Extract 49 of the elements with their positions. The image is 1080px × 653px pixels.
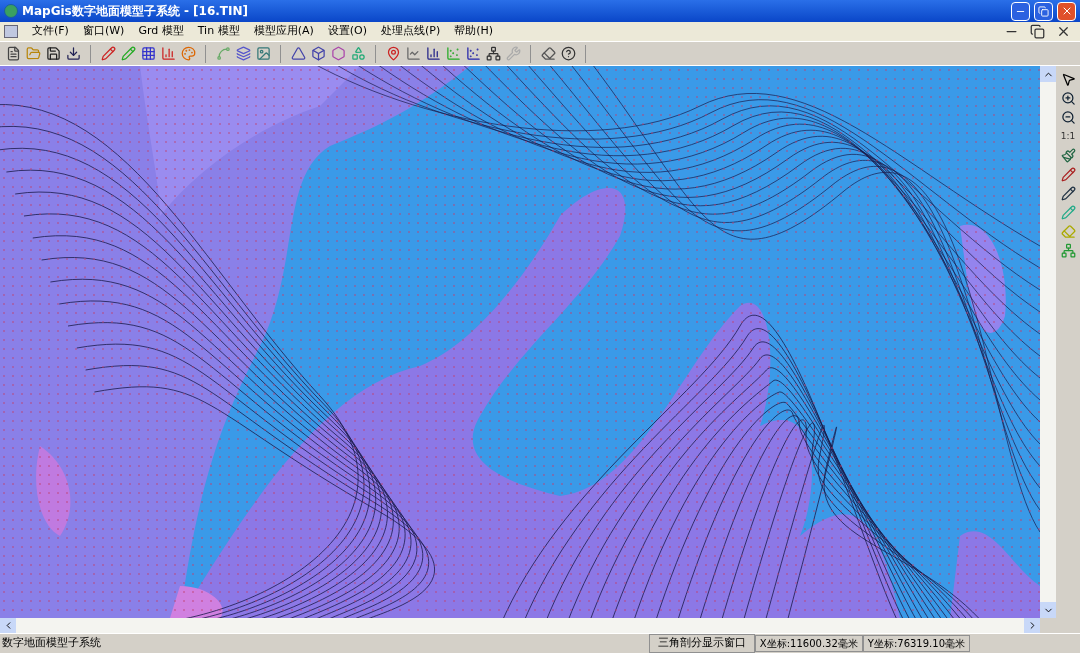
network-icon[interactable]: [484, 44, 502, 63]
line-chart-icon[interactable]: [404, 44, 422, 63]
scale-button[interactable]: 1:1: [1060, 127, 1076, 145]
scroll-left-button[interactable]: [0, 618, 16, 633]
pencil-icon[interactable]: [99, 44, 117, 63]
layers-icon[interactable]: [234, 44, 252, 63]
scroll-down-button[interactable]: [1040, 602, 1056, 618]
restore-icon[interactable]: [1028, 22, 1046, 41]
menu-item[interactable]: 文件(F): [32, 23, 69, 40]
scatter-icon[interactable]: [464, 44, 482, 63]
scroll-up-button[interactable]: [1040, 66, 1056, 82]
zoom-in-icon[interactable]: [1059, 89, 1077, 107]
palette-icon[interactable]: [179, 44, 197, 63]
restore-button[interactable]: [1034, 1, 1053, 21]
hierarchy-icon[interactable]: [1059, 241, 1077, 259]
menu-item[interactable]: 处理点线(P): [381, 23, 441, 40]
status-window-name: 三角剖分显示窗口: [648, 634, 755, 653]
save-icon[interactable]: [44, 44, 62, 63]
menu-item[interactable]: Grd 模型: [138, 23, 184, 40]
close-button[interactable]: [1057, 1, 1076, 21]
zoom-out-icon[interactable]: [1059, 108, 1077, 126]
help-icon[interactable]: [559, 44, 577, 63]
menu-item[interactable]: 设置(O): [327, 23, 367, 40]
hexagon-icon[interactable]: [329, 44, 347, 63]
image-icon[interactable]: [254, 44, 272, 63]
pencil-icon[interactable]: [1059, 165, 1077, 183]
y-coordinate: Y坐标:76319.10毫米: [862, 635, 970, 652]
restore-icon: [1038, 5, 1049, 17]
pencil-icon[interactable]: [1059, 184, 1077, 202]
document-icon[interactable]: [4, 25, 18, 38]
x-coordinate: X坐标:11600.32毫米: [754, 635, 863, 652]
window-title: MapGis数字地面模型子系统 - [16.TIN]: [22, 3, 248, 20]
triangle-icon[interactable]: [289, 44, 307, 63]
menu-item[interactable]: 模型应用(A): [253, 23, 314, 40]
horizontal-scrollbar[interactable]: [0, 618, 1040, 633]
grid-icon[interactable]: [139, 44, 157, 63]
status-text: 数字地面模型子系统: [1, 635, 102, 652]
download-icon[interactable]: [64, 44, 82, 63]
menu-item[interactable]: Tin 模型: [197, 23, 240, 40]
menu-item[interactable]: 窗口(W): [82, 23, 125, 40]
menu-item[interactable]: 帮助(H): [454, 23, 494, 40]
bar-chart-icon[interactable]: [424, 44, 442, 63]
minimize-button[interactable]: [1011, 1, 1030, 21]
cube-icon[interactable]: [309, 44, 327, 63]
vertical-scrollbar[interactable]: [1040, 66, 1056, 618]
brush-icon[interactable]: [1059, 146, 1077, 164]
eraser-icon[interactable]: [539, 44, 557, 63]
chart-icon[interactable]: [159, 44, 177, 63]
scroll-right-button[interactable]: [1024, 618, 1040, 633]
